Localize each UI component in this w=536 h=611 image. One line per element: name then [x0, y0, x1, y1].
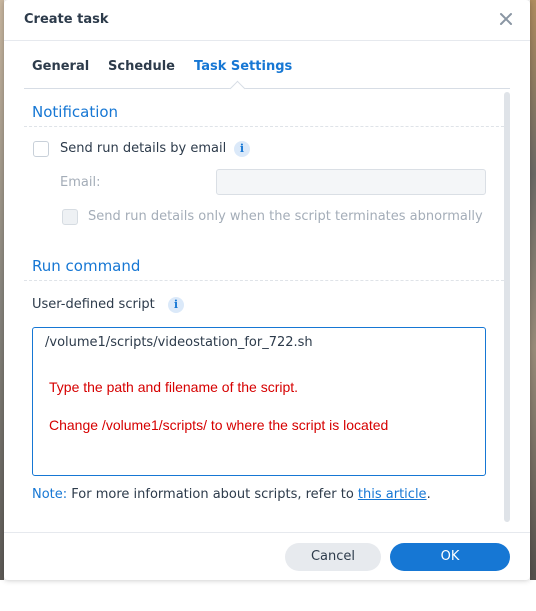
script-label: User-defined script [32, 297, 155, 312]
run-command-divider [24, 280, 504, 281]
abnormal-only-checkbox[interactable] [62, 209, 78, 225]
background-right [530, 0, 536, 580]
dialog-titlebar: Create task [4, 0, 530, 41]
script-textarea[interactable]: /volume1/scripts/videostation_for_722.sh… [32, 327, 486, 476]
scripts-note: Note: For more information about scripts… [32, 487, 431, 502]
tab-underline [24, 88, 510, 89]
script-value: /volume1/scripts/videostation_for_722.sh [45, 335, 313, 350]
note-suffix: . [426, 487, 431, 502]
notification-section-title: Notification [32, 103, 119, 121]
this-article-link[interactable]: this article [358, 487, 427, 502]
tab-general[interactable]: General [32, 59, 89, 74]
email-label: Email: [60, 175, 101, 190]
info-icon[interactable]: i [234, 141, 250, 157]
dialog-title: Create task [24, 12, 109, 27]
close-icon[interactable] [498, 11, 514, 27]
tab-schedule[interactable]: Schedule [108, 59, 175, 74]
annotation-line-2: Change /volume1/scripts/ to where the sc… [49, 417, 389, 433]
content-scrollbar[interactable] [504, 92, 510, 522]
ok-button[interactable]: OK [390, 543, 510, 571]
notification-divider [24, 126, 504, 127]
note-text: For more information about scripts, refe… [71, 487, 354, 502]
send-details-label: Send run details by email [60, 141, 227, 156]
tab-bar: General Schedule Task Settings [4, 40, 530, 97]
email-field[interactable] [216, 169, 486, 195]
run-command-section-title: Run command [32, 257, 141, 275]
task-settings-panel: Notification Send run details by email i… [24, 90, 504, 520]
cancel-button[interactable]: Cancel [285, 543, 381, 571]
note-label: Note: [32, 487, 68, 502]
send-details-checkbox[interactable] [33, 141, 49, 157]
tab-task-settings[interactable]: Task Settings [194, 59, 292, 74]
annotation-line-1: Type the path and filename of the script… [49, 379, 299, 395]
abnormal-only-label: Send run details only when the script te… [88, 209, 483, 224]
info-icon[interactable]: i [168, 297, 184, 313]
footer-divider [4, 532, 530, 533]
create-task-dialog: Create task General Schedule Task Settin… [4, 0, 530, 580]
